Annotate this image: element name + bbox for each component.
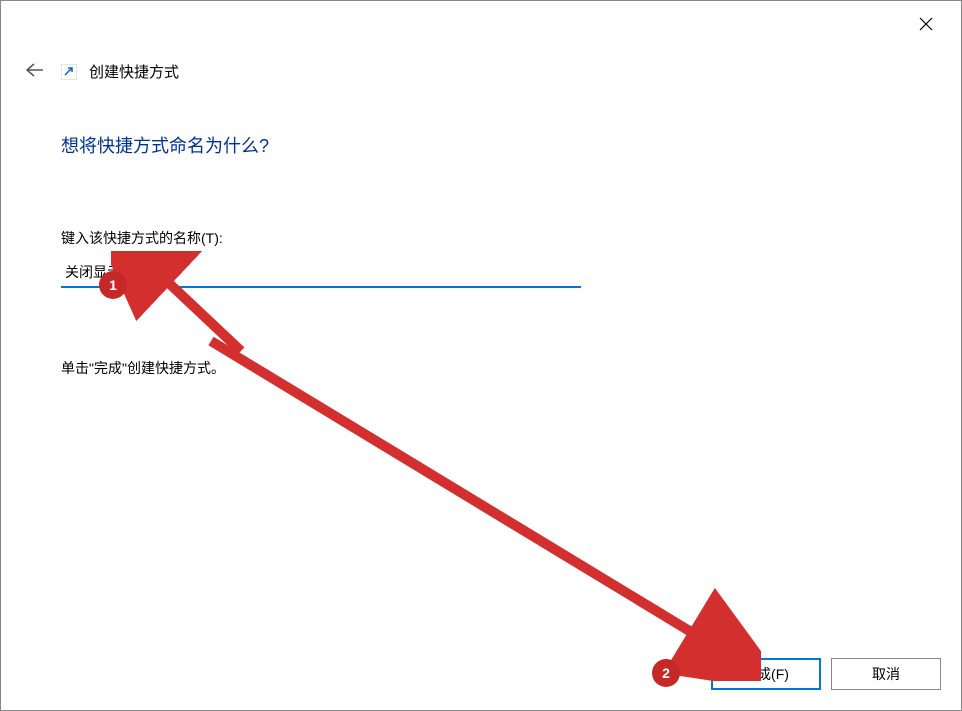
footer-buttons: 完成(F) 取消: [711, 658, 941, 690]
page-heading: 想将快捷方式命名为什么?: [61, 132, 901, 158]
cancel-button[interactable]: 取消: [831, 658, 941, 690]
back-button[interactable]: [21, 56, 49, 87]
hint-text: 单击"完成"创建快捷方式。: [61, 358, 901, 378]
close-icon: [919, 17, 933, 31]
close-button[interactable]: [906, 9, 946, 39]
finish-button[interactable]: 完成(F): [711, 658, 821, 690]
dialog-title: 创建快捷方式: [89, 61, 179, 82]
annotation-arrow-2: [201, 331, 761, 681]
content-area: 想将快捷方式命名为什么? 键入该快捷方式的名称(T): 单击"完成"创建快捷方式…: [1, 87, 961, 378]
shortcut-name-input[interactable]: [61, 258, 581, 288]
dialog-window: 创建快捷方式 想将快捷方式命名为什么? 键入该快捷方式的名称(T): 单击"完成…: [0, 0, 962, 711]
title-bar: 创建快捷方式: [1, 41, 961, 87]
annotation-badge-2: 2: [652, 659, 680, 687]
input-label: 键入该快捷方式的名称(T):: [61, 228, 901, 248]
shortcut-icon: [61, 64, 77, 80]
back-arrow-icon: [26, 63, 44, 77]
annotation-badge-1: 1: [99, 271, 127, 299]
